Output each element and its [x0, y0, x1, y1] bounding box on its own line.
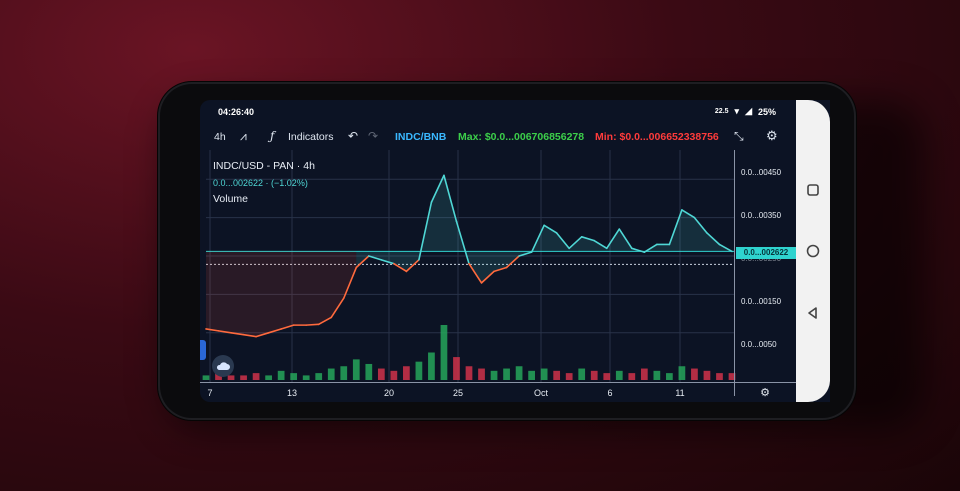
- price-chart[interactable]: [200, 100, 796, 402]
- volume-bar: [540, 368, 548, 380]
- volume-bar: [390, 370, 398, 380]
- date-tick: 11: [675, 388, 685, 398]
- date-tick: 7: [207, 388, 213, 398]
- home-icon[interactable]: [805, 243, 821, 259]
- volume-bar: [240, 375, 247, 380]
- volume-bar: [515, 366, 523, 380]
- volume-bar: [678, 366, 686, 380]
- volume-bar: [478, 368, 485, 380]
- volume-bar: [640, 368, 648, 380]
- volume-bar: [290, 373, 298, 380]
- legend-value: 0.0...002622 · (−1.02%): [213, 177, 308, 188]
- volume-bar: [590, 370, 598, 380]
- volume-bar: [503, 368, 510, 380]
- volume-bar: [603, 373, 611, 380]
- price-tick: 0.0...00450: [741, 168, 782, 177]
- volume-bar: [415, 361, 423, 380]
- recents-icon[interactable]: [805, 182, 821, 198]
- chart-legend: INDC/USD - PAN · 4h 0.0...002622 · (−1.0…: [213, 158, 315, 208]
- volume-bar: [352, 359, 360, 380]
- volume-bar: [565, 373, 573, 380]
- volume-bar: [716, 373, 723, 380]
- volume-bar: [528, 370, 535, 380]
- volume-bar: [490, 370, 498, 380]
- date-tick: 20: [383, 388, 395, 398]
- cloud-icon: [216, 362, 230, 370]
- date-tick: 13: [286, 388, 298, 398]
- volume-bar: [628, 373, 636, 380]
- volume-bar: [465, 366, 473, 380]
- price-tick: 0.0...0050: [741, 340, 777, 349]
- volume-bar: [578, 368, 586, 380]
- volume-bar: [440, 325, 448, 380]
- down-area: [206, 251, 357, 337]
- cloud-logo-button[interactable]: [212, 355, 234, 377]
- volume-bar: [365, 363, 373, 380]
- date-tick: 6: [607, 388, 613, 398]
- volume-bar: [428, 352, 435, 380]
- legend-volume: Volume: [213, 193, 249, 205]
- volume-bar: [315, 373, 323, 380]
- volume-bar: [553, 370, 561, 380]
- volume-bar: [202, 375, 210, 380]
- volume-bar: [703, 370, 711, 380]
- date-tick: Oct: [533, 388, 549, 398]
- volume-bar: [252, 373, 260, 380]
- volume-bar: [691, 368, 698, 380]
- price-tick: 0.0...00150: [741, 297, 782, 306]
- volume-bar: [653, 370, 661, 380]
- volume-bar: [615, 370, 623, 380]
- volume-bar: [403, 366, 410, 380]
- volume-bar: [227, 375, 235, 380]
- volume-bar: [327, 368, 335, 380]
- volume-bar: [265, 375, 272, 380]
- price-line-segment: [305, 323, 320, 326]
- price-tick: 0.0...00350: [741, 211, 782, 220]
- android-nav-bar: [796, 100, 830, 402]
- phone-screen: 04:26:40 22.5 ▾ ◢ 25% 4h ⩘ ƒ Indicators …: [200, 100, 830, 402]
- side-panel-handle[interactable]: [200, 340, 206, 360]
- time-axis[interactable]: 7 13 20 25 Oct 6 11 ⚙: [200, 382, 796, 402]
- date-tick: 25: [452, 388, 464, 398]
- volume-bar: [453, 357, 460, 380]
- price-axis[interactable]: 0.0...00450 0.0...00350 0.0...00250 0.0.…: [734, 150, 797, 396]
- volume-bar: [377, 368, 385, 380]
- volume-bar: [302, 375, 310, 380]
- volume-bar: [666, 373, 673, 380]
- volume-bar: [340, 366, 348, 380]
- volume-bar: [277, 370, 285, 380]
- back-icon[interactable]: [805, 305, 821, 321]
- legend-title: INDC/USD - PAN · 4h: [213, 160, 315, 172]
- axis-settings-icon[interactable]: ⚙: [760, 386, 770, 399]
- current-price-label: 0.0...002622: [736, 247, 796, 259]
